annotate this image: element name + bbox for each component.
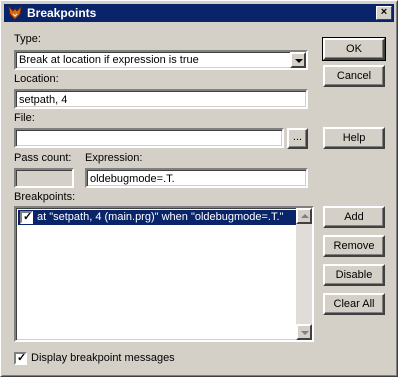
breakpoint-text: at "setpath, 4 (main.prg)" when "oldebug… [37, 211, 284, 223]
window-title: Breakpoints [27, 6, 97, 20]
cancel-button[interactable]: Cancel [323, 65, 385, 87]
pass-count-label: Pass count: [14, 152, 72, 164]
expression-label: Expression: [85, 152, 143, 164]
type-combobox[interactable]: Break at location if expression is true [14, 50, 308, 70]
add-button[interactable]: Add [323, 206, 385, 228]
display-messages-label[interactable]: Display breakpoint messages [31, 352, 175, 364]
remove-button[interactable]: Remove [323, 235, 385, 257]
close-icon: × [380, 6, 388, 18]
pass-count-input[interactable] [14, 168, 74, 188]
check-icon: ✓ [23, 211, 33, 223]
chevron-down-icon[interactable] [290, 52, 306, 68]
scroll-up-icon[interactable] [296, 208, 312, 224]
help-button[interactable]: Help [323, 127, 385, 149]
title-bar[interactable]: Breakpoints × [4, 4, 394, 22]
list-item[interactable]: ✓ at "setpath, 4 (main.prg)" when "oldeb… [18, 210, 296, 225]
cancel-label: Cancel [336, 70, 372, 82]
clear-all-label: Clear All [333, 298, 375, 310]
breakpoints-list[interactable]: ✓ at "setpath, 4 (main.prg)" when "oldeb… [14, 206, 314, 342]
help-label: Help [342, 132, 366, 144]
breakpoints-label: Breakpoints: [14, 191, 76, 203]
file-input[interactable] [14, 128, 284, 148]
ok-button[interactable]: OK [322, 37, 386, 61]
disable-label: Disable [335, 269, 373, 281]
scroll-down-icon[interactable] [296, 324, 312, 340]
check-icon: ✓ [17, 352, 27, 364]
clear-all-button[interactable]: Clear All [323, 293, 385, 315]
add-label: Add [344, 211, 364, 223]
disable-button[interactable]: Disable [323, 264, 385, 286]
remove-label: Remove [333, 240, 375, 252]
expression-value: oldebugmode=.T. [90, 173, 175, 185]
location-input[interactable]: setpath, 4 [14, 89, 308, 109]
expression-input[interactable]: oldebugmode=.T. [85, 168, 308, 188]
file-label: File: [14, 112, 35, 124]
location-value: setpath, 4 [19, 94, 68, 106]
browse-label: ... [292, 131, 303, 143]
breakpoints-scrollbar[interactable] [296, 208, 312, 340]
location-label: Location: [14, 73, 59, 85]
breakpoints-dialog: Breakpoints × Type: Break at location if… [0, 0, 398, 377]
browse-file-button[interactable]: ... [287, 128, 308, 149]
foxpro-fox-icon [8, 5, 22, 20]
type-label: Type: [14, 33, 41, 45]
ok-label: OK [346, 43, 362, 55]
close-button[interactable]: × [376, 6, 392, 20]
display-messages-checkbox[interactable]: ✓ [14, 352, 27, 365]
type-value: Break at location if expression is true [19, 54, 199, 66]
breakpoint-enabled-checkbox[interactable]: ✓ [20, 211, 33, 224]
